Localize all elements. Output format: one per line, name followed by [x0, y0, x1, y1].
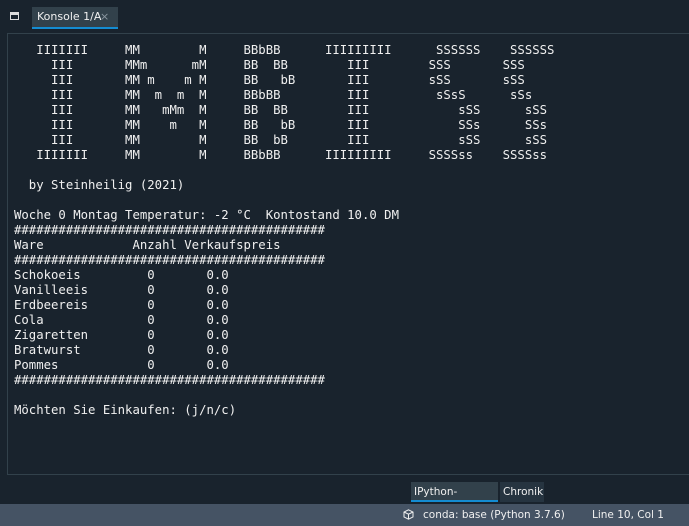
- console-pane-header: Konsole 1/A ×: [0, 0, 689, 32]
- console-output-area[interactable]: IIIIIII MM M BBbBB IIIIIIIII SSSSSS SSSS…: [7, 33, 689, 475]
- tab-ipython-console[interactable]: IPython-Konsole: [411, 482, 498, 518]
- pane-options-icon[interactable]: [9, 10, 21, 22]
- close-icon[interactable]: ×: [100, 7, 109, 27]
- cursor-position-status: Line 10, Col 1: [592, 509, 664, 521]
- status-bar: conda: base (Python 3.7.6) Line 10, Col …: [0, 504, 689, 526]
- package-icon: [403, 509, 414, 520]
- tab-label: Konsole 1/A: [37, 10, 102, 23]
- tab-konsole[interactable]: Konsole 1/A ×: [32, 7, 118, 29]
- conda-environment-status[interactable]: conda: base (Python 3.7.6): [423, 504, 565, 526]
- console-output: IIIIIII MM M BBbBB IIIIIIIII SSSSSS SSSS…: [14, 43, 555, 417]
- bottom-tab-bar: IPython-Konsole Chronik: [0, 482, 689, 518]
- tab-history[interactable]: Chronik: [500, 482, 544, 502]
